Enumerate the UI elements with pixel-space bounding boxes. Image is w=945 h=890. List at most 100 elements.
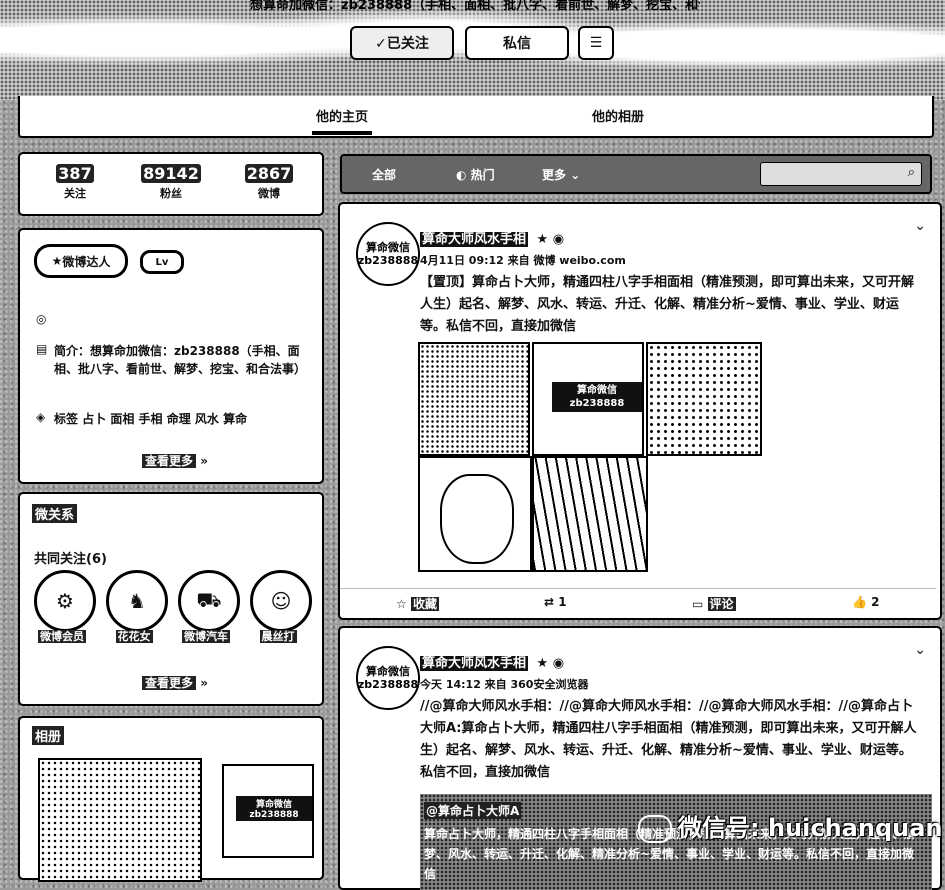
post-author[interactable]: 算命大师风水手相 ★ ◉ (420, 228, 564, 247)
post-options-chevron-icon[interactable]: ⌄ (914, 642, 926, 658)
common-follow-title: 共同关注(6) (34, 552, 107, 567)
search-icon: ⌕ (907, 165, 915, 180)
location-icon: ◎ (36, 312, 47, 326)
avatar-id: zb238888 (357, 254, 419, 267)
intro-text: 简介：想算命加微信：zb238888（手相、面相、批八字、看前世、解梦、挖宝、和… (54, 342, 312, 378)
relation-user-name: 晨丝打 (259, 630, 297, 643)
level-badge[interactable]: Lv (140, 250, 184, 274)
post-image[interactable]: 算命微信 zb238888 (532, 342, 644, 456)
filter-hot[interactable]: ◐ 热门 (456, 166, 495, 183)
message-button[interactable]: 私信 (465, 26, 569, 60)
like-button[interactable]: 👍 2 (852, 595, 880, 609)
stat-posts[interactable]: 2867 微博 (224, 164, 314, 201)
vip-badge[interactable]: ★ 微博达人 (34, 244, 128, 278)
posts-count: 2867 (244, 164, 294, 183)
see-more-label: 查看更多 (142, 454, 197, 468)
author-name: 算命大师风水手相 (420, 656, 529, 671)
avatar-text: 算命微信 (366, 241, 410, 254)
post-actions: ☆ 收藏 ⇄ 1 ▭ 评论 👍 2 (340, 588, 936, 615)
tags-row: ◈ 标签 占卜 面相 手相 命理 风水 算命 (36, 410, 312, 428)
chevron-right-icon: » (200, 454, 208, 468)
profile-tab-bar: 他的主页 他的相册 (18, 96, 934, 138)
wechat-watermark: 微信号: huichanquan (638, 808, 943, 843)
album-photo[interactable] (38, 758, 202, 882)
filter-more[interactable]: 更多 ⌄ (542, 166, 580, 183)
repost-button[interactable]: ⇄ 1 (544, 595, 567, 609)
filter-more-label: 更多 (542, 168, 567, 182)
menu-icon[interactable]: ☰ (578, 26, 614, 60)
post-image[interactable] (418, 456, 532, 572)
tab-album[interactable]: 他的相册 (588, 106, 648, 125)
following-count: 387 (56, 164, 94, 183)
image-watermark: 算命微信 zb238888 (552, 382, 642, 412)
repost-icon: ⇄ (544, 595, 555, 609)
post-options-chevron-icon[interactable]: ⌄ (914, 218, 926, 234)
stat-following[interactable]: 387 关注 (30, 164, 120, 201)
post-meta[interactable]: 4月11日 09:12 来自 微博 weibo.com (420, 252, 626, 268)
relation-user-name: 微博会员 (38, 630, 86, 643)
favorite-button[interactable]: ☆ 收藏 (396, 595, 439, 612)
post-image[interactable] (646, 342, 762, 456)
following-label: 关注 (64, 187, 86, 200)
followers-label: 粉丝 (160, 187, 182, 200)
face-diagram (440, 474, 514, 564)
avatar[interactable]: ☺ (250, 570, 312, 632)
avatar[interactable]: ♞ (106, 570, 168, 632)
post-author[interactable]: 算命大师风水手相 ★ ◉ (420, 652, 564, 671)
chevron-down-icon: ⌄ (570, 168, 581, 182)
filter-all[interactable]: 全部 (372, 166, 396, 183)
bunny-icon: ♞ (128, 589, 146, 613)
tab-home[interactable]: 他的主页 (312, 106, 373, 135)
comment-label: 评论 (707, 597, 736, 611)
category-row: ◎ 其他 (36, 312, 312, 330)
info-see-more[interactable]: 查看更多 » (130, 452, 220, 469)
post-image[interactable] (532, 456, 648, 572)
avatar[interactable]: ⚙ (34, 570, 96, 632)
post-meta[interactable]: 今天 14:12 来自 360安全浏览器 (420, 676, 588, 692)
relation-user-name: 微博汽车 (182, 630, 230, 643)
avatar-id: zb238888 (357, 678, 419, 691)
post-text: 【置顶】算命占卜大师，精通四柱八字手相面相（精准预测，即可算出未来，又可开解人生… (420, 275, 915, 334)
vip-star-icon: ★ ◉ (536, 656, 565, 671)
post-text: //@算命大师风水手相：//@算命大师风水手相：//@算命大师风水手相：//@算… (420, 699, 917, 780)
car-icon: ⛟ (196, 587, 222, 612)
intro-icon: ▤ (36, 342, 48, 356)
favorite-label: 收藏 (410, 597, 439, 611)
profile-banner: 想算命加微信：zb238888（手相、面相、批八字、看前世、解梦、挖宝、和合法事… (0, 0, 945, 100)
fire-icon: ◐ (456, 168, 467, 182)
feed-item: ⌄ 算命微信 zb238888 算命大师风水手相 ★ ◉ 4月11日 09:12… (338, 202, 942, 620)
repost-author[interactable]: @算命占卜大师A (424, 802, 522, 819)
intro-row: ▤ 简介：想算命加微信：zb238888（手相、面相、批八字、看前世、解梦、挖宝… (36, 342, 312, 378)
comment-icon: ▭ (692, 597, 704, 611)
followers-count: 89142 (141, 164, 201, 183)
avatar[interactable]: ⛟ (178, 570, 240, 632)
profile-title: 想算命加微信：zb238888（手相、面相、批八字、看前世、解梦、挖宝、和合法事… (250, 0, 700, 13)
relations-see-more[interactable]: 查看更多 » (130, 674, 220, 691)
see-more-label: 查看更多 (142, 676, 197, 690)
watermark-text: 微信号: huichanquan (678, 814, 943, 842)
relations-title: 微关系 (32, 504, 78, 523)
stat-followers[interactable]: 89142 粉丝 (126, 164, 216, 201)
follow-button[interactable]: ✓已关注 (350, 26, 454, 60)
thumbs-up-icon: 👍 (852, 595, 867, 609)
feed-filter-bar: 全部 ◐ 热门 更多 ⌄ ⌕ (340, 154, 932, 194)
post-image[interactable] (418, 342, 530, 456)
comment-button[interactable]: ▭ 评论 (692, 595, 736, 612)
album-panel: 相册 算命微信 zb238888 (18, 716, 324, 882)
star-icon: ☆ (396, 597, 407, 611)
person-icon: ☺ (270, 589, 292, 613)
avatar-text: 算命微信 (366, 665, 410, 678)
wechat-icon (638, 815, 672, 843)
relation-user-name: 花花女 (115, 630, 153, 643)
album-title: 相册 (32, 726, 65, 745)
tags-text: 标签 占卜 面相 手相 命理 风水 算命 (54, 410, 248, 428)
avatar[interactable]: 算命微信 zb238888 (356, 646, 420, 710)
author-name: 算命大师风水手相 (420, 232, 529, 247)
like-count: 2 (871, 595, 880, 609)
relations-panel: 微关系 共同关注(6) ⚙ 微博会员 ♞ 花花女 ⛟ 微博汽车 ☺ 晨丝打 查看… (18, 492, 324, 706)
filter-hot-label: 热门 (470, 168, 495, 182)
feed-search-input[interactable]: ⌕ (760, 162, 922, 186)
info-panel: ★ 微博达人 Lv ◎ 其他 ▤ 简介：想算命加微信：zb238888（手相、面… (18, 228, 324, 484)
avatar[interactable]: 算命微信 zb238888 (356, 222, 420, 286)
album-photo[interactable]: 算命微信 zb238888 (222, 764, 314, 858)
